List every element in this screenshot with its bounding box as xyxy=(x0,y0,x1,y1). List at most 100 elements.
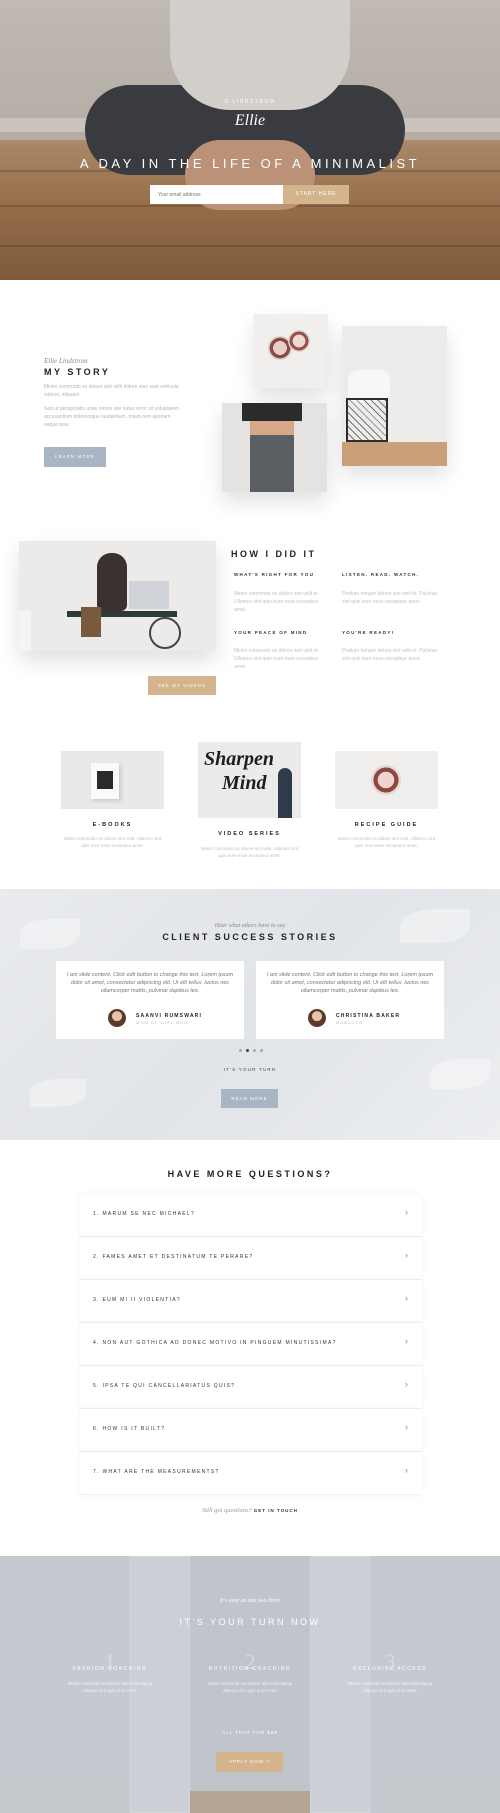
laptop xyxy=(129,581,169,609)
cta-title: IT'S YOUR TURN NOW xyxy=(179,1617,321,1627)
waist xyxy=(250,421,294,435)
product-text: Minim commodo ex dolore sint velit. Ulla… xyxy=(63,836,162,848)
hero-signature: Ellie xyxy=(234,112,266,129)
hero-section xyxy=(0,0,500,280)
leaf-shadow xyxy=(30,1079,86,1107)
testimonial-card: I am slide content. Click edit button to… xyxy=(256,961,444,1039)
how-title: HOW I DID IT xyxy=(231,549,317,559)
carousel-dot[interactable] xyxy=(260,1049,263,1052)
faq-item[interactable]: 6. HOW IS IT BUILT? › xyxy=(80,1409,422,1452)
apply-now-button[interactable]: APPLY NOW > xyxy=(216,1752,283,1772)
see-my-videos-button[interactable]: SEE MY VIDEOS xyxy=(148,676,216,695)
testimonials-eyebrow: Hear what others have to say xyxy=(214,923,286,929)
testimonial-card: I am slide content. Click edit button to… xyxy=(56,961,244,1039)
story-paragraph: Minim commodo ex dolore sint velit dolor… xyxy=(44,384,179,398)
product-title: E-BOOKS xyxy=(92,822,133,828)
faq-item[interactable]: 2. FAMES AMET ET DESTINATUM TE PERARE? › xyxy=(80,1237,422,1280)
faq-question: 2. FAMES AMET ET DESTINATUM TE PERARE? xyxy=(93,1254,254,1260)
wood-floor xyxy=(342,442,447,466)
get-in-touch-link[interactable]: GET IN TOUCH xyxy=(254,1508,298,1513)
how-text: Minim commodo ex dolore sint velit et. U… xyxy=(234,591,320,613)
product-text: Minim commodo ex dolore sint velit. Ulla… xyxy=(200,846,299,858)
chevron-right-icon: › xyxy=(405,1293,408,1303)
benefit-title: NUTRITION COACHING xyxy=(208,1666,292,1672)
faq-question: 4. NON AUT GOTHICA AD DONEC MOTIVO IN PI… xyxy=(93,1340,337,1346)
chevron-right-icon: › xyxy=(405,1207,408,1217)
faq-question: 5. IPSA TE QUI CANCELLARIATUS QUIS? xyxy=(93,1383,236,1389)
product-title: RECIPE GUIDE xyxy=(354,822,419,828)
faq-item[interactable]: 7. WHAT ARE THE MEASUREMENTS? › xyxy=(80,1452,422,1495)
artwork-word: Sharpen xyxy=(204,748,275,770)
fitness-photo xyxy=(222,403,327,492)
how-heading: LISTEN. READ. WATCH. xyxy=(342,572,420,577)
story-signature: Ellie Lindstrom xyxy=(44,357,88,365)
wire-basket xyxy=(346,398,388,442)
recipe-image xyxy=(335,751,438,809)
testimonial-name: CHRISTINA BAKER xyxy=(336,1013,401,1019)
faq-question: 1. MARUM SE NEC MICHAEL? xyxy=(93,1211,196,1217)
faq-item[interactable]: 3. EUM MI II VIOLENTIA? › xyxy=(80,1280,422,1323)
video-series-image: Sharpen Mind xyxy=(198,742,301,818)
faq-item[interactable]: 5. IPSA TE QUI CANCELLARIATUS QUIS? › xyxy=(80,1366,422,1409)
testimonial-quote: I am slide content. Click edit button to… xyxy=(66,972,234,994)
radiator xyxy=(19,611,31,651)
leggings xyxy=(250,435,294,492)
faq-question: 7. WHAT ARE THE MEASUREMENTS? xyxy=(93,1469,220,1475)
how-heading: YOU'RE READY! xyxy=(342,630,395,635)
how-heading: WHAT'S RIGHT FOR YOU xyxy=(234,572,315,577)
how-text: Minim commodo ex dolore sint velit et. U… xyxy=(234,648,320,670)
faq-question: 3. EUM MI II VIOLENTIA? xyxy=(93,1297,181,1303)
woman xyxy=(97,553,127,611)
benefit-text: Minim commodo ex dolore sint velit aliqu… xyxy=(207,1681,293,1693)
fruit-half xyxy=(288,330,310,352)
faq-question: 6. HOW IS IT BUILT? xyxy=(93,1426,166,1432)
carousel-dot-active[interactable] xyxy=(246,1049,249,1052)
chair xyxy=(81,607,101,637)
read-more-button[interactable]: READ MORE xyxy=(221,1089,278,1108)
avatar xyxy=(108,1009,126,1027)
faq-item[interactable]: 4. NON AUT GOTHICA AD DONEC MOTIVO IN PI… xyxy=(80,1323,422,1366)
benefit-text: Minim commodo ex dolore sint velit aliqu… xyxy=(347,1681,433,1693)
start-here-button[interactable]: START HERE xyxy=(283,185,349,204)
ebook-photo xyxy=(97,771,113,789)
benefit-title: FASHION COACHING xyxy=(72,1666,148,1672)
testimonial-role: MOM OF GIRL MOM xyxy=(136,1020,189,1025)
how-text: Pretium tempor dolore sint velit et. Pul… xyxy=(342,591,438,605)
desk-photo xyxy=(19,541,216,651)
carousel-dot[interactable] xyxy=(253,1049,256,1052)
testimonials-title: CLIENT SUCCESS STORIES xyxy=(162,932,338,942)
how-heading: YOUR PEACE OF MIND xyxy=(234,630,308,635)
how-text: Pretium tempor dolore sint velit et. Pul… xyxy=(342,648,438,662)
cta-price-link[interactable]: ALL THAT FOR $99 xyxy=(0,1730,500,1735)
chevron-right-icon: › xyxy=(405,1336,408,1346)
bicycle-wheel xyxy=(149,617,181,649)
carousel-dot[interactable] xyxy=(239,1049,242,1052)
chevron-right-icon: › xyxy=(405,1465,408,1475)
learn-more-button[interactable]: LEARN MORE xyxy=(44,447,106,467)
basket-photo xyxy=(342,326,447,466)
faq-item[interactable]: 1. MARUM SE NEC MICHAEL? › xyxy=(80,1194,422,1237)
chevron-right-icon: › xyxy=(405,1250,408,1260)
your-turn-label: IT'S YOUR TURN xyxy=(223,1067,277,1072)
faq-footer-text: Still got questions? xyxy=(202,1507,252,1514)
fruit-photo xyxy=(254,314,328,388)
story-title: MY STORY xyxy=(44,367,111,377)
artwork-word: Mind xyxy=(222,772,267,794)
benefit-text: Minim commodo ex dolore sint velit aliqu… xyxy=(67,1681,153,1693)
hero-overlay xyxy=(0,0,500,280)
email-input[interactable] xyxy=(150,185,283,204)
fruit-half xyxy=(371,765,401,795)
chevron-right-icon: › xyxy=(405,1422,408,1432)
product-text: Minim commodo ex dolore sint velit. Ulla… xyxy=(337,836,436,848)
avatar xyxy=(308,1009,326,1027)
hero-byline: D LINDSTROM xyxy=(224,99,276,105)
person-figure xyxy=(278,768,292,818)
sports-top xyxy=(242,403,302,421)
testimonial-quote: I am slide content. Click edit button to… xyxy=(266,972,434,994)
ebooks-image xyxy=(61,751,164,809)
benefit-title: EXCLUSIVE ACCESS xyxy=(353,1666,427,1672)
testimonial-name: SAANVI RUMSWARI xyxy=(136,1013,203,1019)
faq-title: HAVE MORE QUESTIONS? xyxy=(167,1169,333,1179)
chevron-right-icon: › xyxy=(405,1379,408,1389)
cta-eyebrow: It's easy as one two three xyxy=(219,1598,281,1604)
